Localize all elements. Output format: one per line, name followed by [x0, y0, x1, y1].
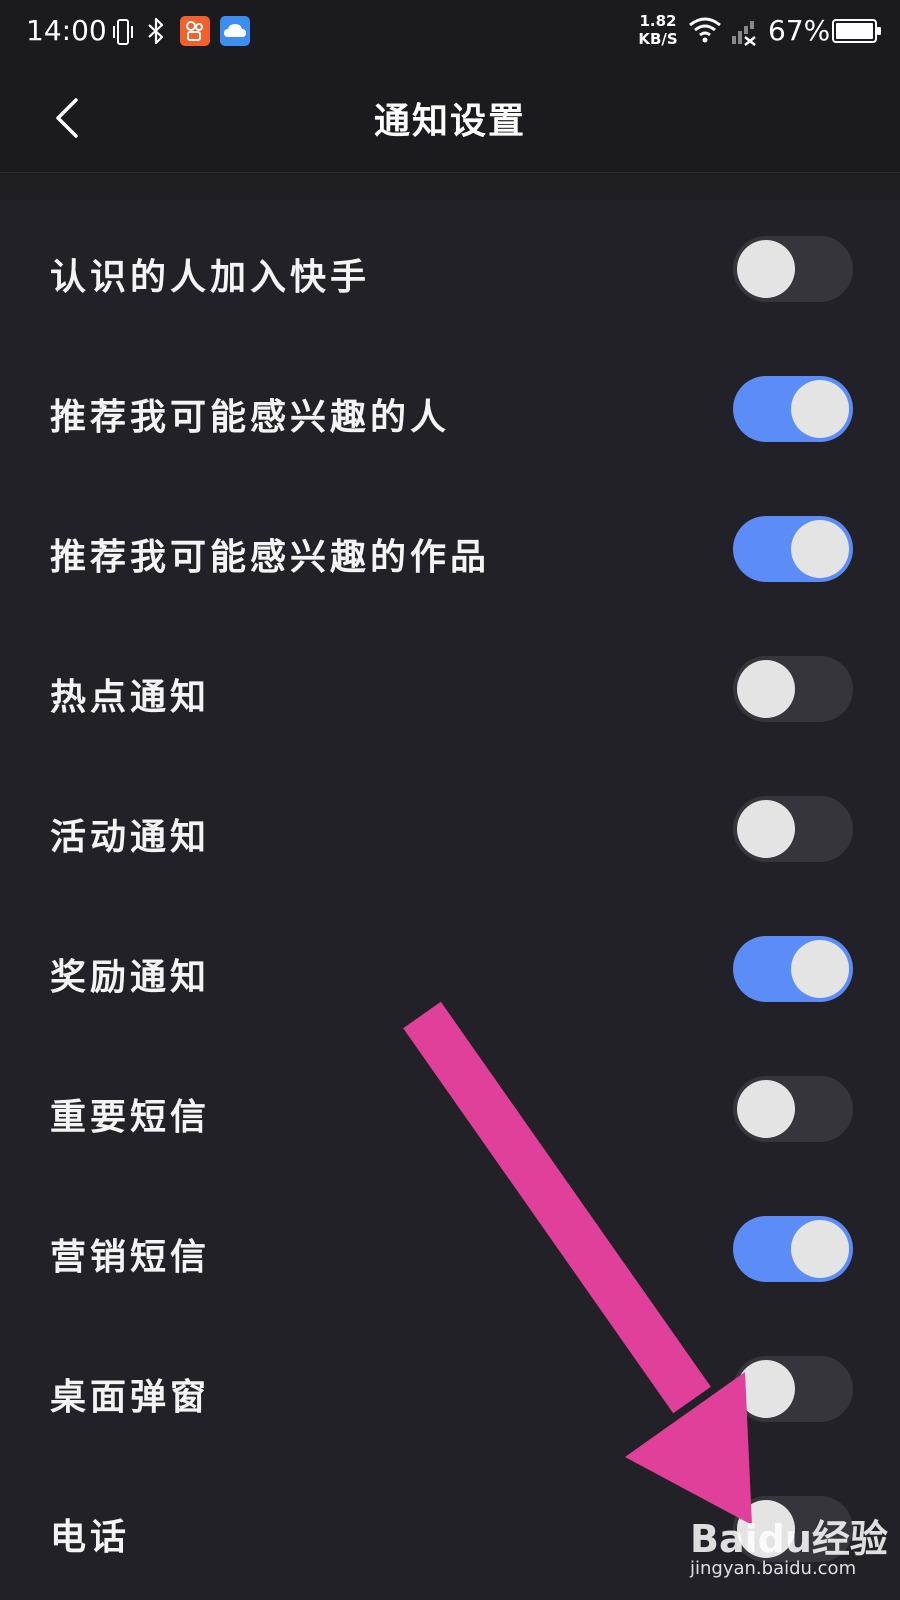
battery-icon [832, 18, 882, 44]
toggle-knob [791, 520, 849, 578]
status-time: 14:00 [26, 14, 107, 47]
setting-label: 奖励通知 [50, 956, 211, 998]
setting-label: 电话 [50, 1516, 131, 1558]
toggle-switch[interactable] [733, 376, 853, 442]
toggle-switch[interactable] [733, 1216, 853, 1282]
kuaishou-app-icon [180, 16, 210, 46]
toggle-switch[interactable] [733, 236, 853, 302]
network-speed-unit: KB/S [638, 30, 678, 48]
toggle-switch[interactable] [733, 936, 853, 1002]
watermark-url: jingyan.baidu.com [690, 1558, 857, 1579]
setting-label: 热点通知 [50, 676, 211, 718]
bluetooth-icon [146, 16, 166, 46]
setting-row-reward: 奖励通知 [0, 900, 900, 1040]
setting-row-desktop-popup: 桌面弹窗 [0, 1320, 900, 1460]
wifi-icon [688, 16, 722, 44]
page-title: 通知设置 [373, 100, 526, 142]
signal-icon [730, 18, 758, 46]
section-divider [0, 173, 900, 200]
toggle-knob [791, 1220, 849, 1278]
setting-row-recommend-works: 推荐我可能感兴趣的作品 [0, 480, 900, 620]
setting-row-activity: 活动通知 [0, 760, 900, 900]
setting-row-marketing-sms: 营销短信 [0, 1180, 900, 1320]
setting-label: 认识的人加入快手 [50, 256, 371, 298]
setting-label: 营销短信 [50, 1236, 211, 1278]
setting-row-hot-news: 热点通知 [0, 620, 900, 760]
setting-label: 活动通知 [50, 816, 211, 858]
toggle-switch[interactable] [733, 516, 853, 582]
toggle-switch[interactable] [733, 656, 853, 722]
watermark-brand: Baidu经验 [690, 1517, 888, 1561]
toggle-knob [737, 1080, 795, 1138]
toggle-switch[interactable] [733, 1356, 853, 1422]
setting-label: 推荐我可能感兴趣的作品 [50, 536, 491, 578]
settings-list: 认识的人加入快手 推荐我可能感兴趣的人 推荐我可能感兴趣的作品 热点通知 活动通… [0, 200, 900, 1600]
network-speed: 1.82 KB/S [636, 12, 680, 48]
status-bar: 14:00 1.82 KB/S 67% [0, 0, 900, 64]
setting-label: 推荐我可能感兴趣的人 [50, 396, 451, 438]
toggle-knob [791, 380, 849, 438]
setting-label: 重要短信 [50, 1096, 211, 1138]
toggle-knob [737, 660, 795, 718]
network-speed-value: 1.82 [639, 12, 677, 30]
battery-percent: 67% [768, 14, 831, 47]
toggle-switch[interactable] [733, 1076, 853, 1142]
vibrate-icon [112, 18, 134, 46]
toggle-knob [737, 240, 795, 298]
watermark: Baidu经验 jingyan.baidu.com [680, 1508, 890, 1588]
setting-label: 桌面弹窗 [50, 1376, 211, 1418]
setting-row-acquaintance-joined: 认识的人加入快手 [0, 200, 900, 340]
header-bar: 通知设置 [0, 64, 900, 173]
toggle-knob [791, 940, 849, 998]
setting-row-important-sms: 重要短信 [0, 1040, 900, 1180]
cloud-app-icon [220, 16, 250, 46]
setting-row-recommend-people: 推荐我可能感兴趣的人 [0, 340, 900, 480]
toggle-switch[interactable] [733, 796, 853, 862]
toggle-knob [737, 800, 795, 858]
toggle-knob [737, 1360, 795, 1418]
